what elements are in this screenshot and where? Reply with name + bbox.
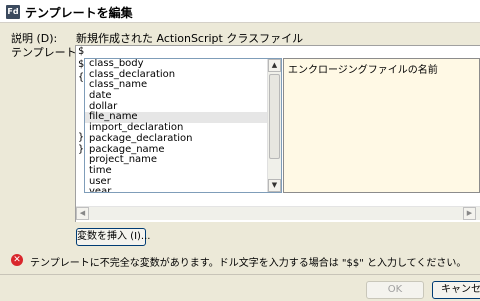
variable-completion-list[interactable]: class_body class_declaration class_name dat… (84, 58, 282, 193)
scroll-right-button[interactable]: ▶ (463, 207, 476, 220)
variable-list-item[interactable]: time (85, 165, 268, 177)
editor-horizontal-scrollbar[interactable]: ◀ ▶ (76, 206, 480, 220)
footer-separator (0, 274, 480, 275)
window-title: テンプレートを編集 (25, 6, 133, 20)
insert-variable-button[interactable]: 変数を挿入 (I)... (76, 228, 150, 246)
ok-button[interactable]: OK (366, 281, 424, 299)
variable-list-item[interactable]: user (85, 176, 268, 188)
scroll-down-button[interactable]: ▼ (268, 179, 281, 192)
variable-list-items: class_body class_declaration class_name dat… (85, 59, 268, 192)
app-icon: Fd (6, 5, 20, 19)
variable-list-item[interactable]: project_name (85, 154, 268, 166)
list-vertical-scrollbar[interactable]: ▲ ▼ (267, 59, 281, 192)
error-message: テンプレートに不完全な変数があります。ドル文字を入力する場合は "$$" と入力… (30, 258, 467, 269)
scroll-left-button[interactable]: ◀ (76, 207, 89, 220)
scroll-thumb[interactable] (269, 74, 280, 159)
editor-text-line: $ (78, 46, 85, 57)
scroll-up-button[interactable]: ▲ (268, 59, 281, 72)
cancel-button[interactable]: キャンセル (432, 281, 480, 299)
variable-description-pane: エンクロージングファイルの名前 (283, 58, 480, 193)
description-value: 新規作成された ActionScript クラスファイル (76, 32, 304, 45)
variable-list-item[interactable]: package_declaration (85, 133, 268, 145)
variable-list-item[interactable]: class_name (85, 80, 268, 91)
title-bar: Fd テンプレートを編集 (0, 0, 480, 23)
error-icon: ✕ (11, 254, 23, 266)
variable-description-text: エンクロージングファイルの名前 (288, 65, 438, 76)
variable-list-item[interactable]: year (85, 187, 268, 192)
